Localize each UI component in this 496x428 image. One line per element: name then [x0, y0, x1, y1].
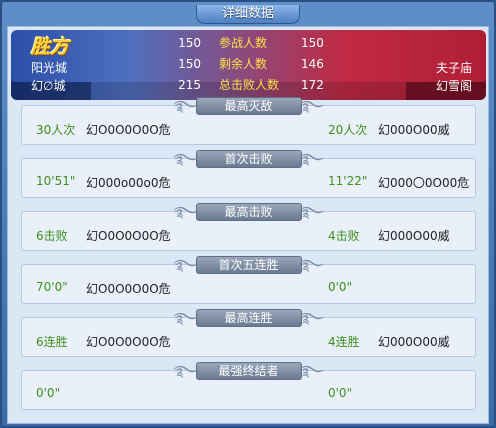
stat-row: 150 参战人数 150 — [11, 34, 486, 52]
swirl-ornament-icon: ࿐ — [173, 97, 198, 115]
left-player-name: 幻O0O0O0O危 — [86, 229, 171, 243]
left-player-name: 幻O0O0O0O危 — [86, 335, 171, 349]
content-panel: 胜方 阳光城 夫子庙 幻∅城 幻雪阁 150 参战人数 150 150 剩余人数… — [7, 26, 489, 424]
left-player-name: 幻000o00o0危 — [86, 176, 171, 190]
stat-right-value: 172 — [301, 78, 324, 92]
right-player-name: 幻000O00威 — [378, 335, 450, 349]
window-title: 详细数据 — [196, 5, 300, 24]
section-banner: ࿐ 最高击败 ࿐ — [174, 200, 324, 222]
section-title: 首次击败 — [195, 150, 302, 168]
section-title: 最强终结者 — [195, 362, 302, 380]
stat-right-value: 150 — [301, 36, 324, 50]
right-record-value: 4击败 — [328, 229, 360, 243]
right-player-name: 幻000O00威 — [378, 123, 450, 137]
record-section-first-defeat: ࿐ 首次击败 ࿐ 10'51" 幻000o00o0危 11'22" 幻000〇0… — [21, 150, 476, 198]
left-record-value: 0'0" — [36, 386, 61, 400]
stat-right-value: 146 — [301, 57, 324, 71]
left-record-value: 10'51" — [36, 174, 76, 188]
record-section-top-terminator: ࿐ 最强终结者 ࿐ 0'0" 0'0" — [21, 362, 476, 410]
stat-left-value: 150 — [178, 36, 201, 50]
swirl-ornament-icon: ࿐ — [173, 150, 198, 168]
left-record-value: 6击败 — [36, 229, 68, 243]
swirl-ornament-icon: ࿐ — [173, 309, 198, 327]
section-banner: ࿐ 首次五连胜 ࿐ — [174, 253, 324, 275]
right-record-value: 20人次 — [328, 123, 368, 137]
swirl-ornament-icon: ࿐ — [299, 97, 324, 115]
section-title: 最高击败 — [195, 203, 302, 221]
stat-left-value: 215 — [178, 78, 201, 92]
section-title: 最高连胜 — [195, 309, 302, 327]
section-banner: ࿐ 最强终结者 ࿐ — [174, 359, 324, 381]
section-title: 首次五连胜 — [195, 256, 302, 274]
swirl-ornament-icon: ࿐ — [299, 256, 324, 274]
detail-window: 详细数据 胜方 阳光城 夫子庙 幻∅城 幻雪阁 150 参战人数 150 150… — [0, 0, 496, 428]
right-record-value: 0'0" — [328, 280, 353, 294]
record-section-first-five-streak: ࿐ 首次五连胜 ࿐ 70'0" 幻O0O0O0O危 0'0" — [21, 256, 476, 304]
stat-row: 215 总击败人数 172 — [11, 76, 486, 94]
record-section-most-kills: ࿐ 最高灭敌 ࿐ 30人次 幻O0O0O0O危 20人次 幻000O00威 — [21, 97, 476, 145]
record-section-most-defeats: ࿐ 最高击败 ࿐ 6击败 幻O0O0O0O危 4击败 幻000O00威 — [21, 203, 476, 251]
section-banner: ࿐ 最高灭敌 ࿐ — [174, 94, 324, 116]
match-header: 胜方 阳光城 夫子庙 幻∅城 幻雪阁 150 参战人数 150 150 剩余人数… — [11, 30, 486, 100]
swirl-ornament-icon: ࿐ — [173, 256, 198, 274]
swirl-ornament-icon: ࿐ — [299, 362, 324, 380]
left-player-name: 幻O0O0O0O危 — [86, 123, 171, 137]
swirl-ornament-icon: ࿐ — [173, 203, 198, 221]
right-player-name: 幻000O00威 — [378, 229, 450, 243]
swirl-ornament-icon: ࿐ — [299, 203, 324, 221]
right-record-value: 0'0" — [328, 386, 353, 400]
right-record-value: 4连胜 — [328, 335, 360, 349]
swirl-ornament-icon: ࿐ — [299, 150, 324, 168]
stat-row: 150 剩余人数 146 — [11, 55, 486, 73]
right-player-name: 幻000〇0O00危 — [378, 176, 470, 190]
swirl-ornament-icon: ࿐ — [299, 309, 324, 327]
left-record-value: 70'0" — [36, 280, 68, 294]
record-section-highest-streak: ࿐ 最高连胜 ࿐ 6连胜 幻O0O0O0O危 4连胜 幻000O00威 — [21, 309, 476, 357]
section-title: 最高灭敌 — [195, 97, 302, 115]
left-record-value: 6连胜 — [36, 335, 68, 349]
swirl-ornament-icon: ࿐ — [173, 362, 198, 380]
right-record-value: 11'22" — [328, 174, 368, 188]
section-banner: ࿐ 首次击败 ࿐ — [174, 147, 324, 169]
titlebar: 详细数据 — [2, 2, 494, 24]
left-player-name: 幻O0O0O0O危 — [86, 282, 171, 296]
section-banner: ࿐ 最高连胜 ࿐ — [174, 306, 324, 328]
left-record-value: 30人次 — [36, 123, 76, 137]
stat-left-value: 150 — [178, 57, 201, 71]
